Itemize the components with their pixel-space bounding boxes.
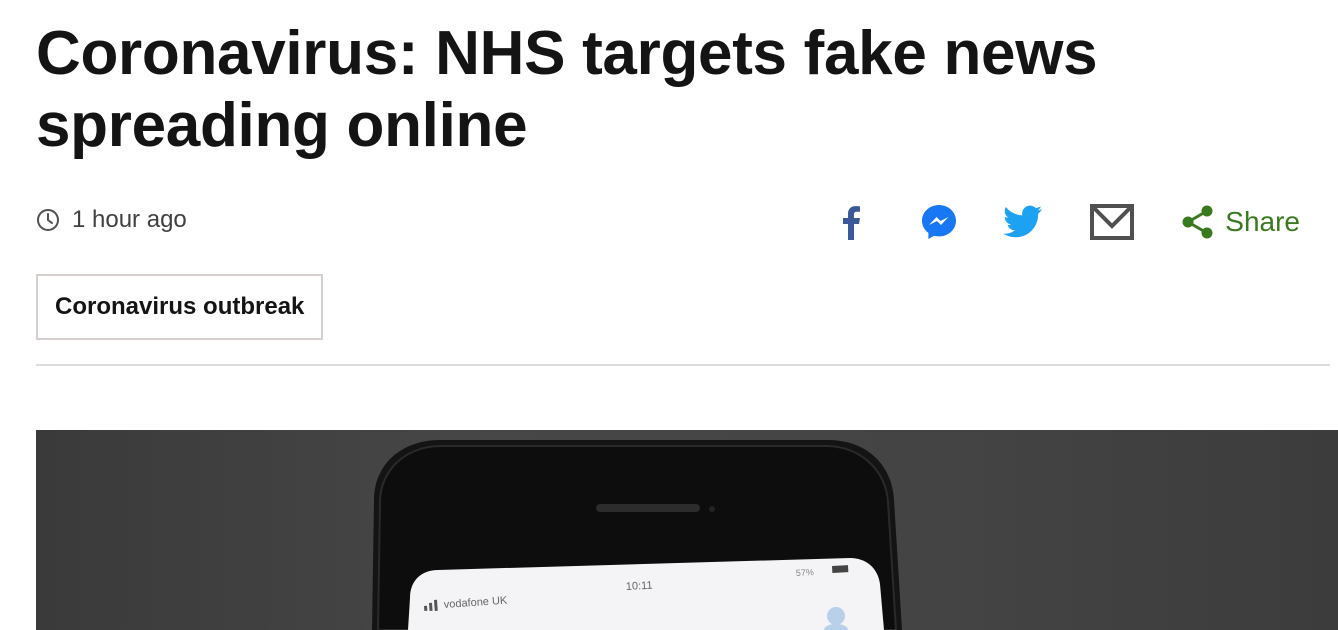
facebook-icon[interactable] [835, 200, 867, 244]
section-divider [36, 364, 1330, 366]
phone-battery: 57% [796, 567, 815, 578]
article-meta: 1 hour ago Share [36, 198, 1300, 246]
topic-tag-link[interactable]: Coronavirus outbreak [36, 274, 324, 340]
email-icon[interactable] [1089, 200, 1135, 244]
messenger-icon[interactable] [919, 200, 959, 244]
article-headline: Coronavirus: NHS targets fake news sprea… [36, 19, 1098, 160]
article-page: Coronavirus: NHS targets fake news sprea… [0, 0, 1338, 630]
clock-icon [36, 208, 60, 232]
timestamp-text: 1 hour ago [72, 206, 187, 233]
phone-time: 10:11 [626, 580, 653, 593]
twitter-icon[interactable] [1003, 200, 1043, 244]
share-bar: Share [835, 198, 1300, 246]
article-hero-image: vodafone UK 10:11 57% [36, 430, 1338, 630]
phone-photo: vodafone UK 10:11 57% [372, 440, 902, 630]
share-label: Share [1225, 206, 1300, 237]
share-button[interactable]: Share [1181, 205, 1300, 239]
share-icon [1181, 205, 1215, 239]
article-timestamp: 1 hour ago [36, 206, 187, 234]
